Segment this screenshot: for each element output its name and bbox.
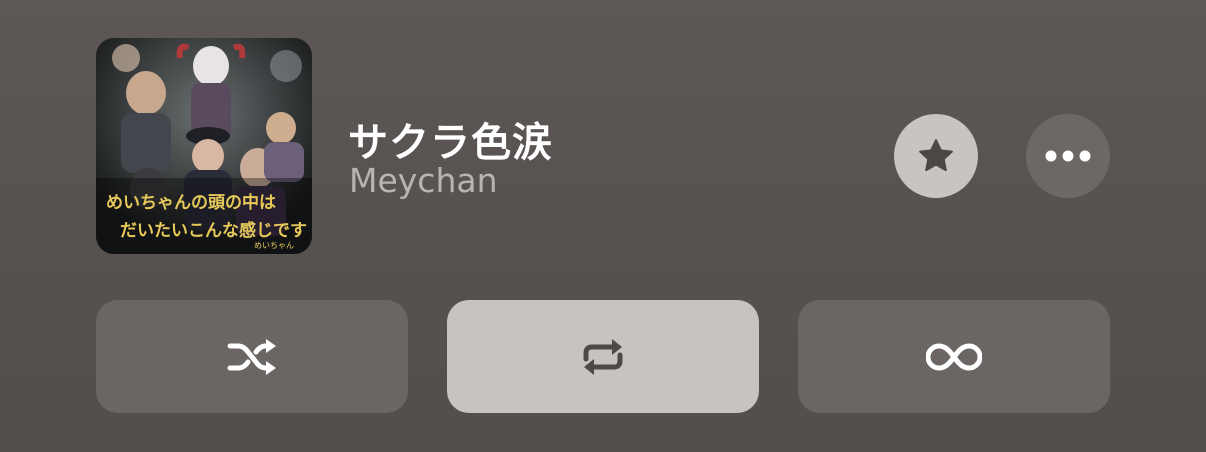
more-options-button[interactable] [1026, 114, 1110, 198]
repeat-button[interactable] [447, 300, 759, 413]
artwork-text-line1: めいちゃんの頭の中は [106, 192, 276, 213]
album-artwork-image: めいちゃんの頭の中は だいたいこんな感じです めいちゃん [96, 38, 312, 254]
album-artwork[interactable]: めいちゃんの頭の中は だいたいこんな感じです めいちゃん [96, 38, 312, 254]
ellipsis-icon [1045, 150, 1091, 162]
favorite-button[interactable] [894, 114, 978, 198]
star-icon [919, 139, 953, 172]
repeat-icon [583, 338, 623, 375]
shuffle-button[interactable] [96, 300, 408, 413]
song-title: サクラ色涙 [348, 120, 553, 166]
shuffle-icon [227, 338, 276, 375]
artist-name[interactable]: Meychan [349, 161, 498, 200]
infinity-icon [926, 343, 982, 370]
artwork-text-line2: だいたいこんな感じです [120, 220, 307, 241]
artwork-signature: めいちゃん [254, 241, 294, 250]
autoplay-infinity-button[interactable] [798, 300, 1110, 413]
